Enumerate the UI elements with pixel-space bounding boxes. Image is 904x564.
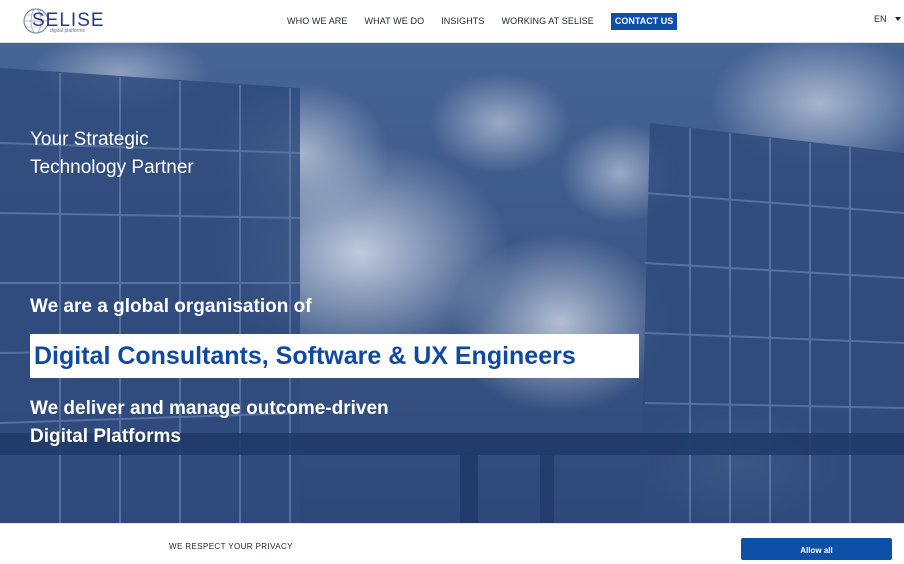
hero-tagline-line1: Your Strategic — [30, 129, 149, 150]
hero-background-image — [0, 43, 904, 523]
nav-who-we-are[interactable]: WHO WE ARE — [287, 13, 348, 30]
language-selector[interactable]: EN — [874, 14, 904, 24]
cookie-title: WE RESPECT YOUR PRIVACY — [169, 542, 293, 551]
chevron-down-icon — [894, 17, 901, 21]
selise-logo[interactable]: SELISE digital platforms — [22, 6, 104, 36]
nav-insights[interactable]: INSIGHTS — [441, 13, 484, 30]
cookie-consent-bar: WE RESPECT YOUR PRIVACY Allow all — [0, 523, 904, 560]
main-nav: WHO WE ARE WHAT WE DO INSIGHTS WORKING A… — [287, 13, 678, 30]
nav-working-at-selise[interactable]: WORKING AT SELISE — [502, 13, 594, 30]
language-label: EN — [874, 14, 887, 24]
nav-what-we-do[interactable]: WHAT WE DO — [365, 13, 425, 30]
allow-all-button[interactable]: Allow all — [741, 538, 892, 560]
hero-highlight-text: Digital Consultants, Software & UX Engin… — [34, 341, 576, 370]
hero-section: Your Strategic Technology Partner We are… — [0, 43, 904, 523]
site-header: SELISE digital platforms WHO WE ARE WHAT… — [0, 0, 904, 43]
contact-us-button[interactable]: CONTACT US — [610, 13, 678, 30]
hero-deliver-line1: We deliver and manage outcome-driven — [30, 398, 389, 419]
hero-tagline: Your Strategic Technology Partner — [30, 126, 290, 182]
hero-deliver-line2: Digital Platforms — [30, 426, 181, 447]
hero-intro: We are a global organisation of — [30, 296, 312, 317]
hero-tagline-line2: Technology Partner — [30, 157, 194, 178]
hero-deliver-text: We deliver and manage outcome-driven Dig… — [30, 395, 430, 451]
hero-highlight-box: Digital Consultants, Software & UX Engin… — [30, 334, 639, 378]
logo-subtitle: digital platforms — [50, 28, 86, 34]
